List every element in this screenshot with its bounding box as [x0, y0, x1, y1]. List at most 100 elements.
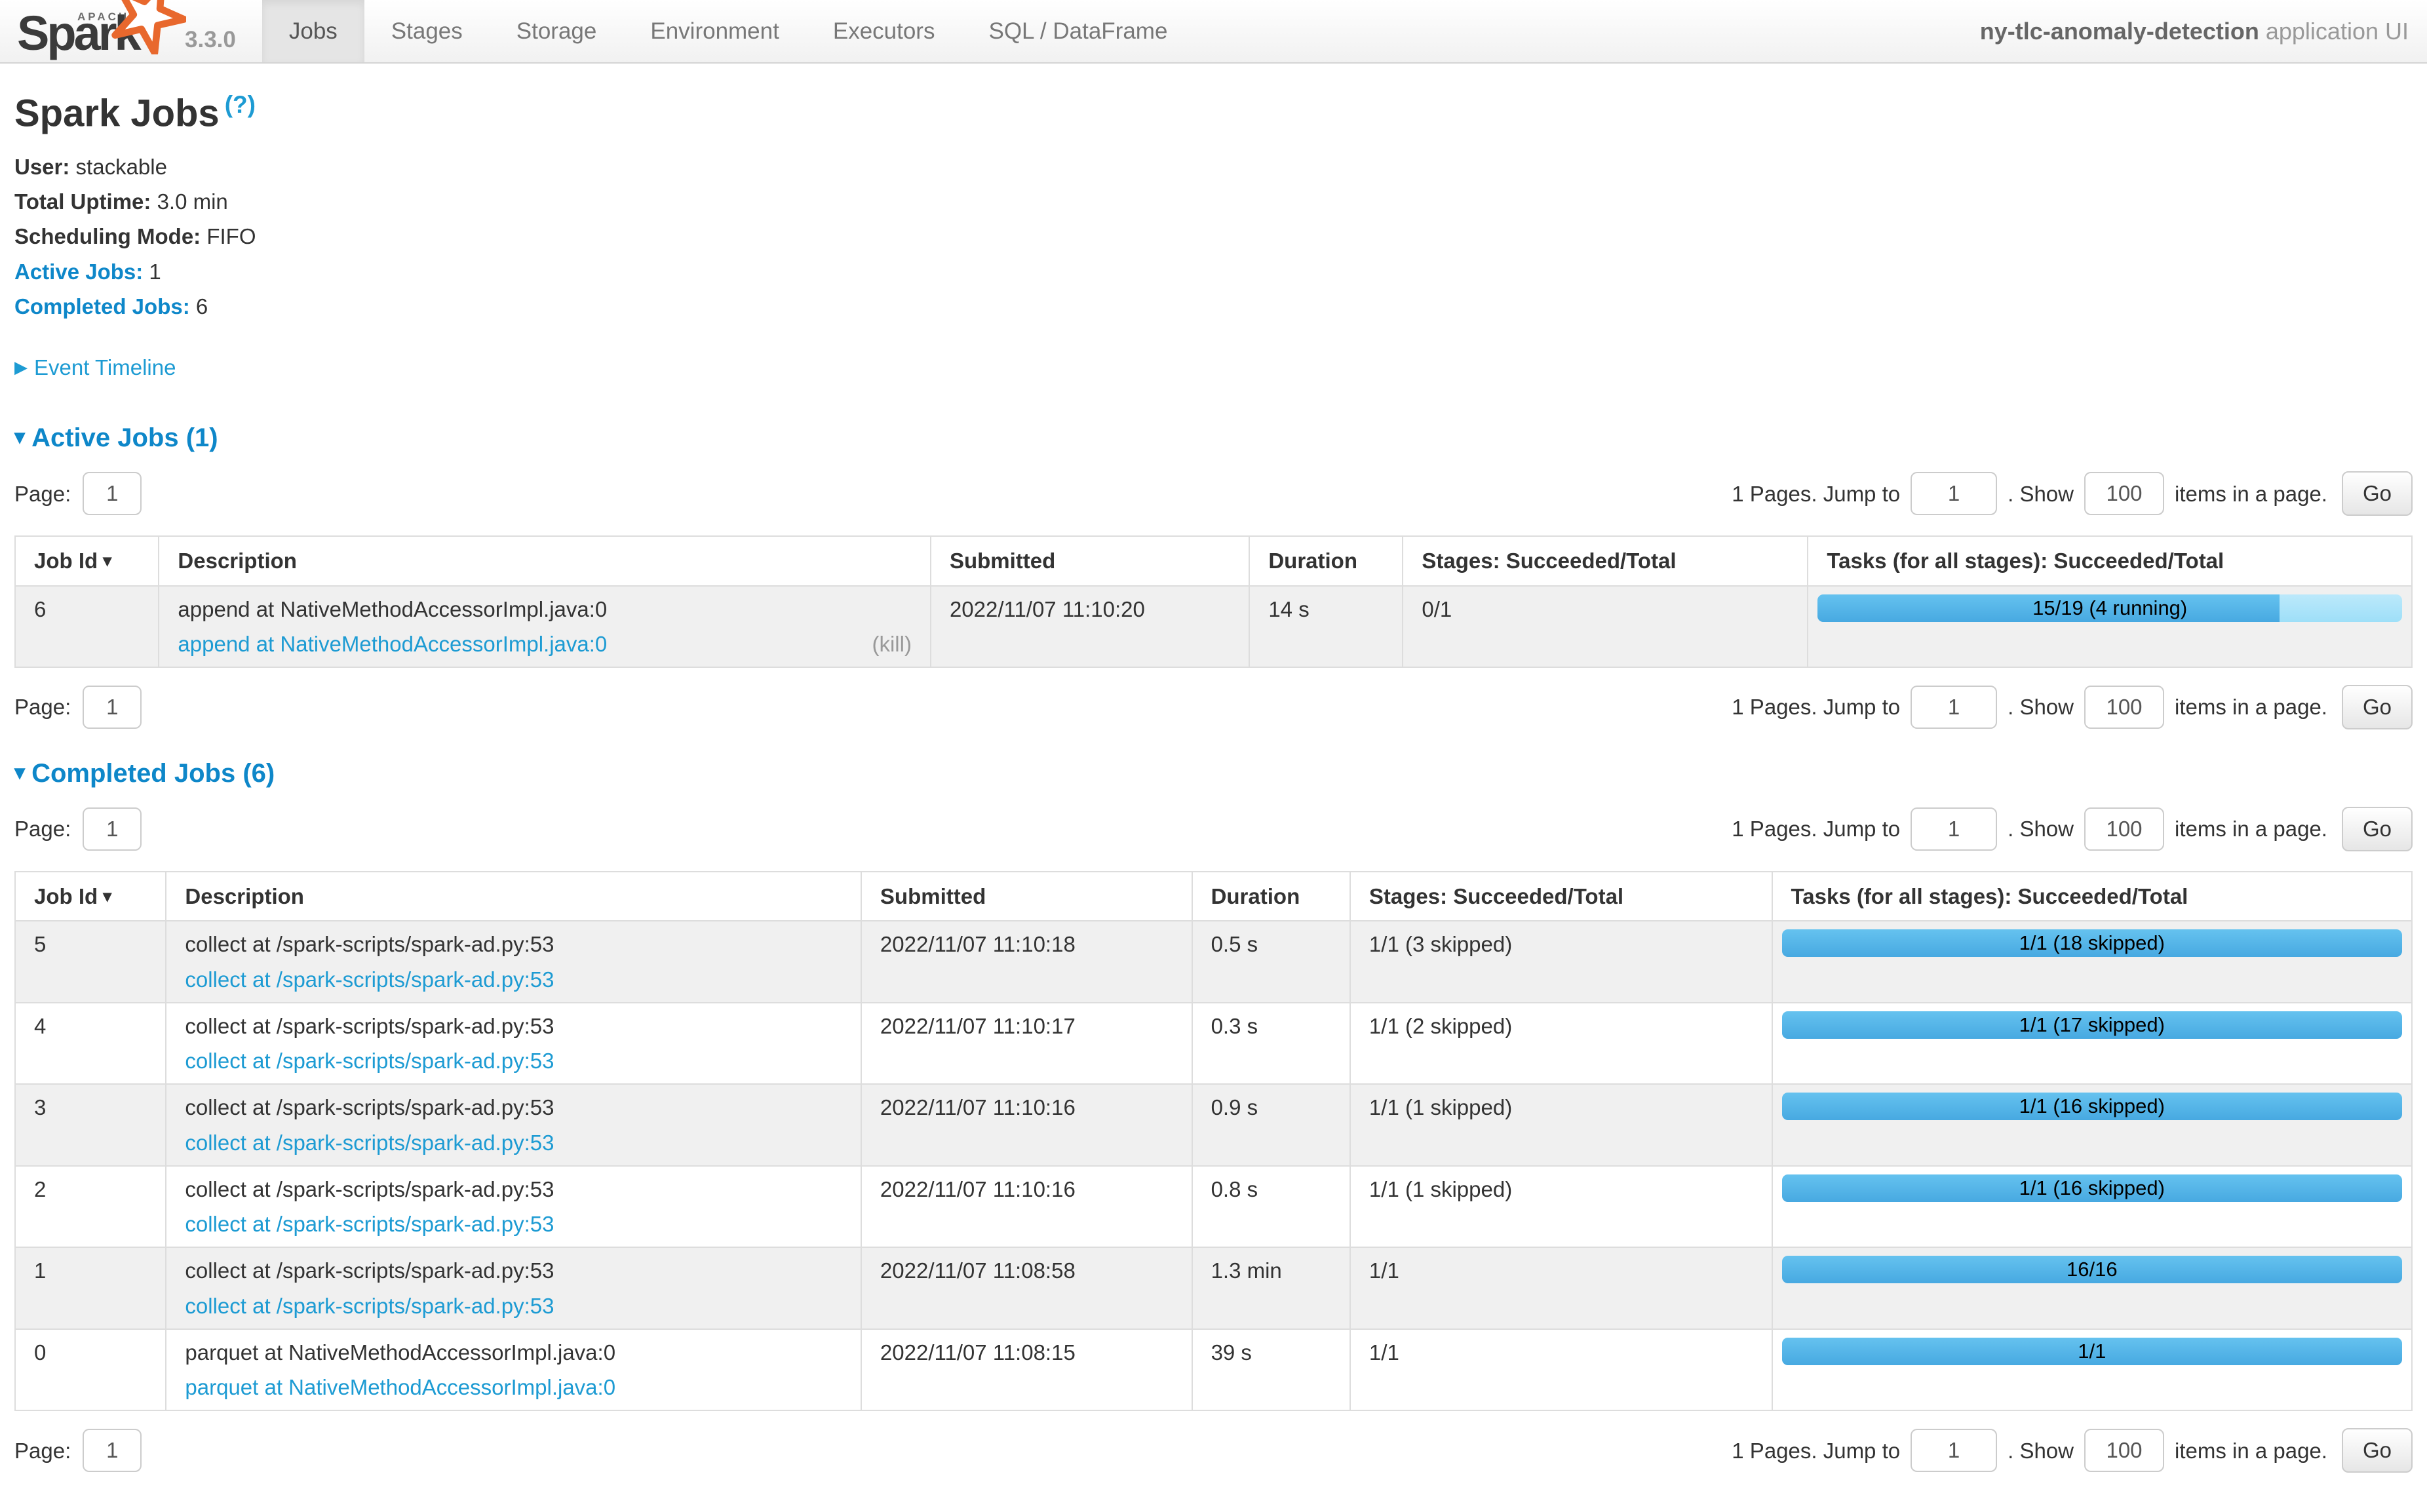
col-job-id[interactable]: Job Id▾ — [15, 536, 159, 585]
jump-to-input[interactable] — [1911, 472, 1997, 515]
tasks-progress-bar: 15/19 (4 running) — [1817, 594, 2402, 622]
col-tasks[interactable]: Tasks (for all stages): Succeeded/Total — [1808, 536, 2412, 585]
collapse-down-icon: ▾ — [14, 760, 25, 784]
go-button[interactable]: Go — [2342, 685, 2413, 729]
page-label: Page: — [14, 1437, 71, 1464]
tab-environment[interactable]: Environment — [623, 0, 806, 62]
progress-label: 1/1 (16 skipped) — [1782, 1093, 2402, 1120]
job-description-link[interactable]: collect at /spark-scripts/spark-ad.py:53 — [185, 966, 554, 993]
application-name: ny-tlc-anomaly-detection application UI — [1980, 16, 2427, 46]
tab-jobs[interactable]: Jobs — [262, 0, 364, 62]
job-description-text: append at NativeMethodAccessorImpl.java:… — [178, 596, 912, 623]
job-description-text: collect at /spark-scripts/spark-ad.py:53 — [185, 1094, 842, 1121]
job-description-text: parquet at NativeMethodAccessorImpl.java… — [185, 1339, 842, 1366]
active-jobs-section-header[interactable]: ▾ Active Jobs (1) — [14, 421, 2413, 454]
job-description-link[interactable]: collect at /spark-scripts/spark-ad.py:53 — [185, 1292, 554, 1319]
spark-brand[interactable]: APACHE Spark 3.3.0 — [17, 0, 253, 62]
spark-version: 3.3.0 — [185, 26, 236, 60]
active-jobs-header-text: Active Jobs (1) — [31, 423, 218, 452]
tab-executors[interactable]: Executors — [806, 0, 962, 62]
submitted-cell: 2022/11/07 11:10:16 — [861, 1084, 1192, 1166]
tab-sql-dataframe[interactable]: SQL / DataFrame — [961, 0, 1194, 62]
col-description[interactable]: Description — [166, 872, 861, 921]
items-per-page-input[interactable] — [2084, 807, 2164, 851]
duration-cell: 0.3 s — [1192, 1003, 1350, 1085]
progress-label: 1/1 (18 skipped) — [1782, 929, 2402, 957]
items-per-page-input[interactable] — [2084, 686, 2164, 729]
active-jobs-table: Job Id▾ Description Submitted Duration S… — [14, 535, 2413, 668]
job-description-link[interactable]: collect at /spark-scripts/spark-ad.py:53 — [185, 1129, 554, 1156]
tasks-progress-bar: 1/1 (16 skipped) — [1782, 1093, 2402, 1120]
stages-cell: 1/1 (1 skipped) — [1350, 1084, 1772, 1166]
summary-uptime-label: Total Uptime: — [14, 189, 151, 214]
spark-star-icon — [109, 0, 186, 54]
page-number-input[interactable] — [83, 472, 142, 515]
submitted-cell: 2022/11/07 11:10:20 — [931, 586, 1249, 668]
summary-uptime-value: 3.0 min — [157, 189, 228, 214]
job-description-link[interactable]: collect at /spark-scripts/spark-ad.py:53 — [185, 1047, 554, 1074]
go-button[interactable]: Go — [2342, 1428, 2413, 1473]
col-duration[interactable]: Duration — [1192, 872, 1350, 921]
main-content: Spark Jobs(?) User: stackable Total Upti… — [0, 90, 2427, 1512]
event-timeline-toggle[interactable]: ▶Event Timeline — [14, 354, 176, 381]
progress-label: 1/1 (16 skipped) — [1782, 1174, 2402, 1202]
go-button[interactable]: Go — [2342, 471, 2413, 516]
help-link[interactable]: (?) — [225, 91, 256, 118]
completed-jobs-link[interactable]: Completed Jobs: — [14, 294, 190, 319]
pages-jump-text: 1 Pages. Jump to — [1732, 693, 1900, 720]
active-jobs-link[interactable]: Active Jobs: — [14, 260, 143, 284]
job-description-link[interactable]: parquet at NativeMethodAccessorImpl.java… — [185, 1374, 615, 1401]
go-button[interactable]: Go — [2342, 807, 2413, 851]
collapse-down-icon: ▾ — [14, 425, 25, 448]
col-submitted[interactable]: Submitted — [931, 536, 1249, 585]
description-cell: collect at /spark-scripts/spark-ad.py:53… — [166, 1084, 861, 1166]
duration-cell: 0.9 s — [1192, 1084, 1350, 1166]
pages-jump-text: 1 Pages. Jump to — [1732, 480, 1900, 507]
tasks-progress-bar: 1/1 (17 skipped) — [1782, 1011, 2402, 1039]
duration-cell: 39 s — [1192, 1329, 1350, 1411]
progress-label: 1/1 — [1782, 1338, 2402, 1365]
jump-to-input[interactable] — [1911, 1429, 1997, 1472]
job-description-link[interactable]: append at NativeMethodAccessorImpl.java:… — [178, 630, 607, 657]
job-description-link[interactable]: collect at /spark-scripts/spark-ad.py:53 — [185, 1211, 554, 1237]
page-title: Spark Jobs(?) — [14, 90, 2413, 138]
col-job-id[interactable]: Job Id▾ — [15, 872, 166, 921]
sort-desc-icon: ▾ — [103, 886, 111, 906]
jump-to-input[interactable] — [1911, 686, 1997, 729]
tasks-progress-bar: 16/16 — [1782, 1256, 2402, 1283]
col-description[interactable]: Description — [159, 536, 931, 585]
tab-storage[interactable]: Storage — [490, 0, 624, 62]
completed-jobs-section-header[interactable]: ▾Completed Jobs (6) — [14, 757, 2413, 790]
table-row: 5 collect at /spark-scripts/spark-ad.py:… — [15, 921, 2412, 1003]
kill-link[interactable]: (kill) — [872, 630, 911, 657]
spark-logo: APACHE Spark — [17, 0, 181, 60]
col-submitted[interactable]: Submitted — [861, 872, 1192, 921]
page-number-input[interactable] — [83, 686, 142, 729]
page-number-input[interactable] — [83, 1429, 142, 1472]
completed-jobs-header-row: Job Id▾ Description Submitted Duration S… — [15, 872, 2412, 921]
page-number-input[interactable] — [83, 807, 142, 851]
submitted-cell: 2022/11/07 11:08:15 — [861, 1329, 1192, 1411]
items-in-page-text: items in a page. — [2175, 1437, 2327, 1464]
tasks-progress-bar: 1/1 (18 skipped) — [1782, 929, 2402, 957]
tab-stages[interactable]: Stages — [364, 0, 490, 62]
submitted-cell: 2022/11/07 11:08:58 — [861, 1247, 1192, 1329]
jump-to-input[interactable] — [1911, 807, 1997, 851]
items-per-page-input[interactable] — [2084, 472, 2164, 515]
col-stages[interactable]: Stages: Succeeded/Total — [1350, 872, 1772, 921]
table-row: 6 append at NativeMethodAccessorImpl.jav… — [15, 586, 2412, 668]
page-label: Page: — [14, 480, 71, 507]
items-per-page-input[interactable] — [2084, 1429, 2164, 1472]
job-summary-list: User: stackable Total Uptime: 3.0 min Sc… — [14, 153, 2413, 320]
table-row: 0 parquet at NativeMethodAccessorImpl.ja… — [15, 1329, 2412, 1411]
col-duration[interactable]: Duration — [1249, 536, 1403, 585]
table-row: 3 collect at /spark-scripts/spark-ad.py:… — [15, 1084, 2412, 1166]
pages-jump-text: 1 Pages. Jump to — [1732, 1437, 1900, 1464]
col-stages[interactable]: Stages: Succeeded/Total — [1403, 536, 1808, 585]
page-title-text: Spark Jobs — [14, 92, 220, 134]
summary-uptime: Total Uptime: 3.0 min — [14, 188, 2413, 215]
tasks-cell: 1/1 (16 skipped) — [1772, 1084, 2412, 1166]
submitted-cell: 2022/11/07 11:10:17 — [861, 1003, 1192, 1085]
col-tasks[interactable]: Tasks (for all stages): Succeeded/Total — [1772, 872, 2412, 921]
table-row: 4 collect at /spark-scripts/spark-ad.py:… — [15, 1003, 2412, 1085]
